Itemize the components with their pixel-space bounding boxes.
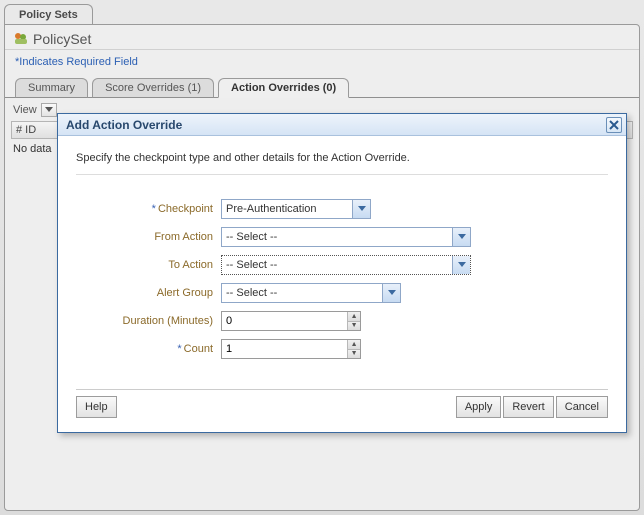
spinner-duration-up[interactable]: ▲ xyxy=(348,312,360,322)
dialog-titlebar: Add Action Override xyxy=(58,114,626,136)
dialog-close-button[interactable] xyxy=(606,117,622,133)
tab-action-overrides[interactable]: Action Overrides (0) xyxy=(218,78,349,98)
label-alert-group: Alert Group xyxy=(76,287,221,299)
select-to-action-value: -- Select -- xyxy=(226,259,277,271)
apply-button[interactable]: Apply xyxy=(456,396,502,418)
spinner-duration-down[interactable]: ▼ xyxy=(348,322,360,331)
close-icon xyxy=(609,120,619,130)
spinner-count-buttons: ▲ ▼ xyxy=(347,340,360,358)
app-root: Policy Sets PolicySet *Indicates Require… xyxy=(0,0,644,515)
view-dropdown[interactable] xyxy=(41,103,57,117)
dialog-footer: Help Apply Revert Cancel xyxy=(76,389,608,418)
dialog-body: Specify the checkpoint type and other de… xyxy=(58,136,626,375)
input-duration[interactable] xyxy=(222,312,347,330)
select-checkpoint[interactable]: Pre-Authentication xyxy=(221,199,371,219)
label-to-action: To Action xyxy=(76,259,221,271)
chevron-down-icon xyxy=(352,200,370,218)
input-count[interactable] xyxy=(222,340,347,358)
select-checkpoint-value: Pre-Authentication xyxy=(226,203,317,215)
tab-score-overrides[interactable]: Score Overrides (1) xyxy=(92,78,214,98)
select-from-action[interactable]: -- Select -- xyxy=(221,227,471,247)
select-to-action[interactable]: -- Select -- xyxy=(221,255,471,275)
row-checkpoint: *Checkpoint Pre-Authentication xyxy=(76,199,608,219)
spinner-duration-buttons: ▲ ▼ xyxy=(347,312,360,330)
select-alert-group[interactable]: -- Select -- xyxy=(221,283,401,303)
spinner-duration[interactable]: ▲ ▼ xyxy=(221,311,361,331)
dialog-title-text: Add Action Override xyxy=(66,118,182,132)
chevron-down-icon xyxy=(452,228,470,246)
tab-policy-sets[interactable]: Policy Sets xyxy=(4,4,93,24)
page-title: PolicySet xyxy=(33,31,91,47)
row-alert-group: Alert Group -- Select -- xyxy=(76,283,608,303)
spinner-count-up[interactable]: ▲ xyxy=(348,340,360,350)
tab-summary[interactable]: Summary xyxy=(15,78,88,98)
revert-button[interactable]: Revert xyxy=(503,396,553,418)
label-checkpoint: *Checkpoint xyxy=(76,203,221,215)
label-duration: Duration (Minutes) xyxy=(76,315,221,327)
dialog-add-action-override: Add Action Override Specify the checkpoi… xyxy=(57,113,627,433)
group-icon xyxy=(13,32,29,46)
chevron-down-icon xyxy=(45,107,53,113)
chevron-down-icon xyxy=(452,256,470,274)
page-header: PolicySet xyxy=(5,25,639,50)
cancel-button[interactable]: Cancel xyxy=(556,396,608,418)
spinner-count-down[interactable]: ▼ xyxy=(348,350,360,359)
label-count: *Count xyxy=(76,343,221,355)
row-duration: Duration (Minutes) ▲ ▼ xyxy=(76,311,608,331)
outer-tab-strip: Policy Sets xyxy=(4,2,93,24)
chevron-down-icon xyxy=(382,284,400,302)
row-to-action: To Action -- Select -- xyxy=(76,255,608,275)
help-button[interactable]: Help xyxy=(76,396,117,418)
row-count: *Count ▲ ▼ xyxy=(76,339,608,359)
row-from-action: From Action -- Select -- xyxy=(76,227,608,247)
select-alert-group-value: -- Select -- xyxy=(226,287,277,299)
view-label: View xyxy=(13,104,37,116)
dialog-intro: Specify the checkpoint type and other de… xyxy=(76,152,608,175)
select-from-action-value: -- Select -- xyxy=(226,231,277,243)
inner-tab-strip: Summary Score Overrides (1) Action Overr… xyxy=(5,76,639,98)
required-field-note: *Indicates Required Field xyxy=(5,50,639,76)
spinner-count[interactable]: ▲ ▼ xyxy=(221,339,361,359)
label-from-action: From Action xyxy=(76,231,221,243)
grid-col-id: # ID xyxy=(16,124,36,136)
